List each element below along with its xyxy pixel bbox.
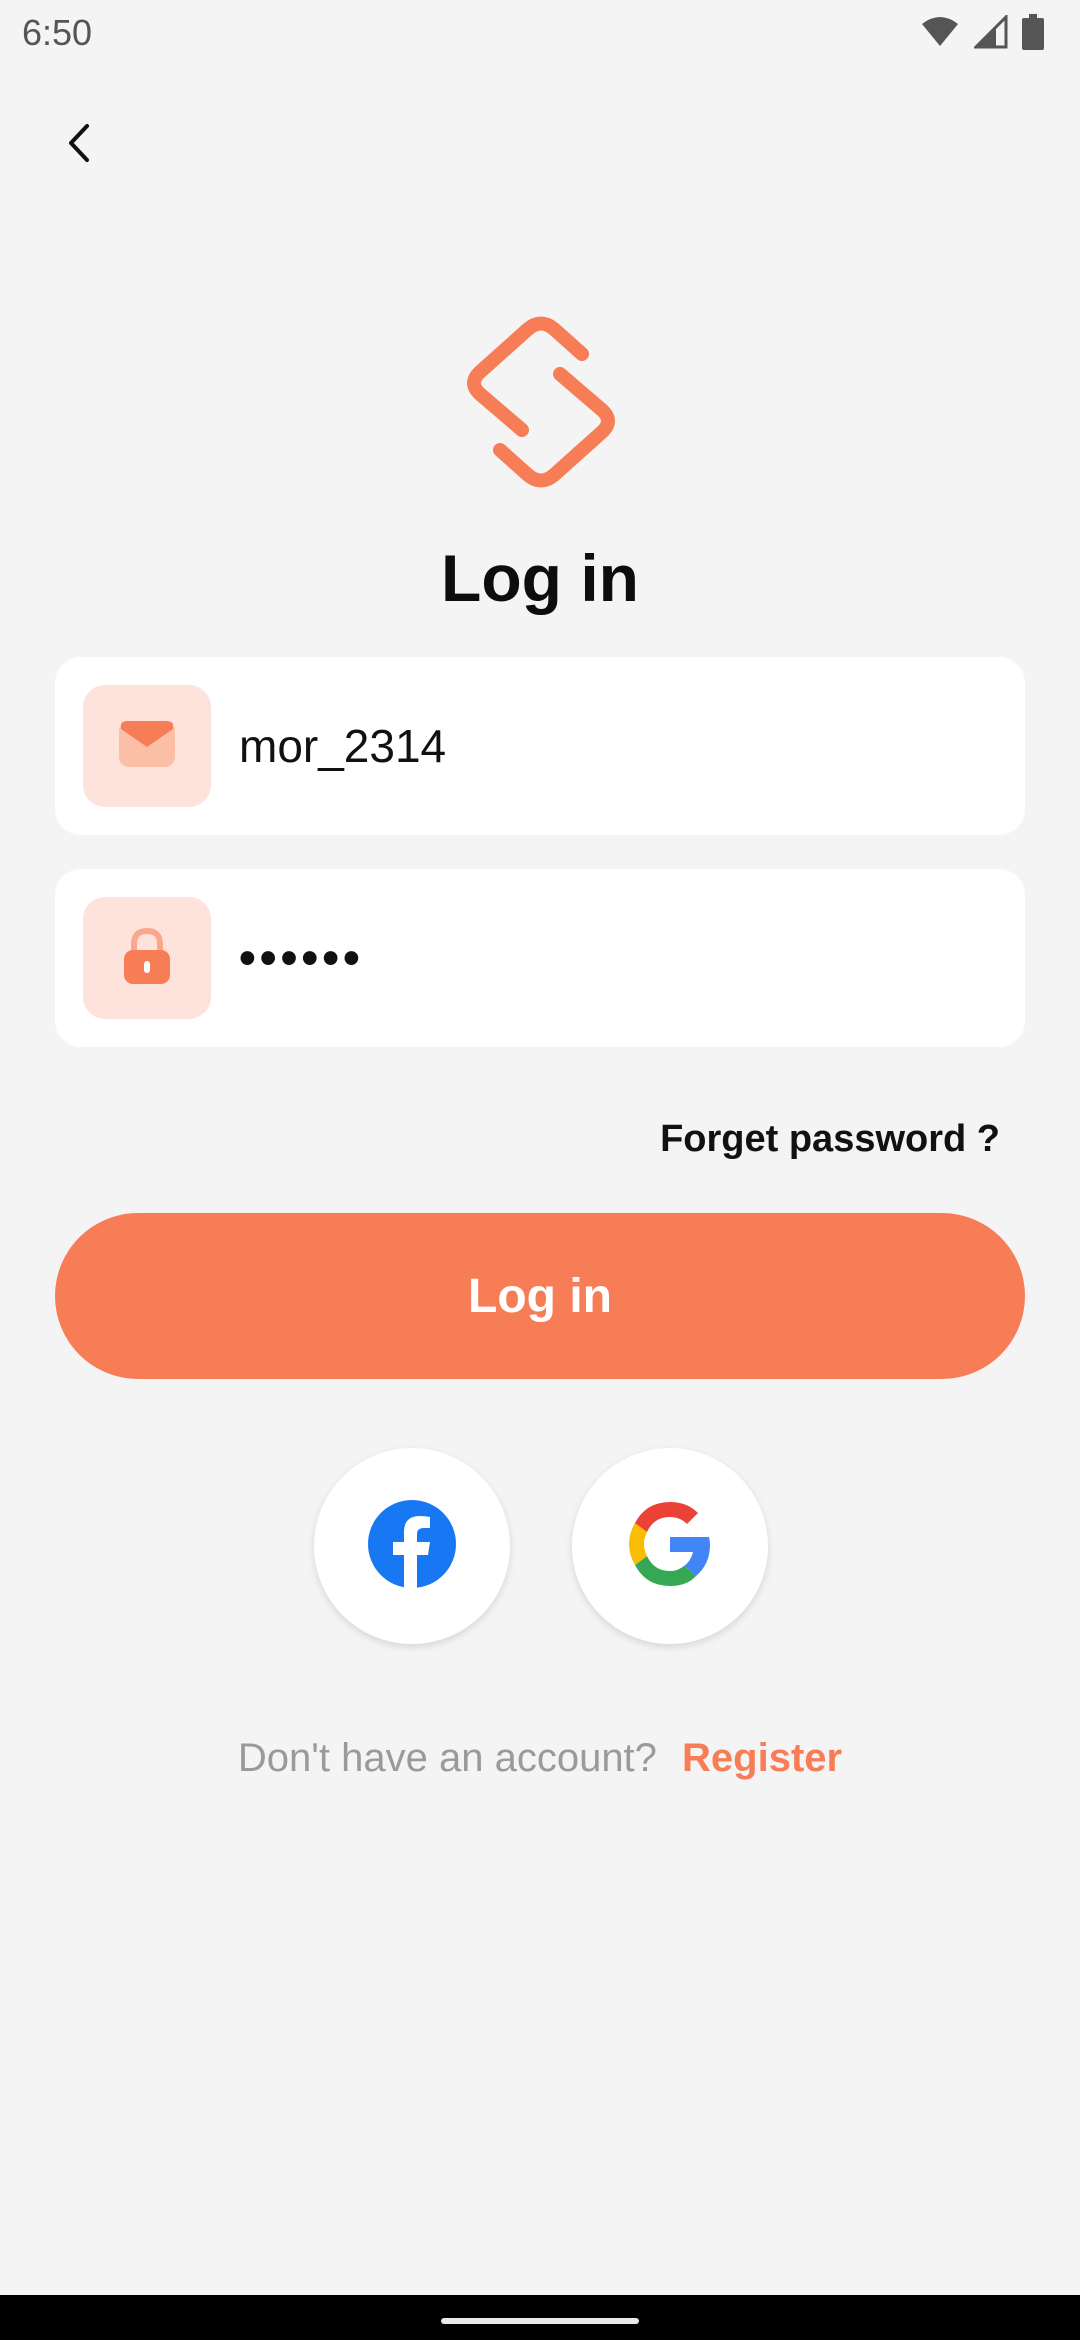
username-field[interactable] [55,657,1025,835]
register-link[interactable]: Register [682,1736,842,1780]
password-field[interactable] [55,869,1025,1047]
status-bar: 6:50 [0,0,1080,66]
back-button[interactable] [44,110,114,180]
lock-icon [122,927,172,989]
status-icons [920,13,1044,55]
page-title: Log in [441,541,639,615]
username-input[interactable] [183,657,943,835]
app-logo-icon [462,312,620,492]
google-login-button[interactable] [572,1448,768,1644]
register-line: Don't have an account? Register [0,1736,1080,1781]
password-input[interactable] [183,869,943,1047]
chevron-left-icon [59,118,99,173]
facebook-icon [368,1499,456,1593]
register-prompt: Don't have an account? [237,1736,657,1780]
google-icon [626,1500,714,1593]
status-time: 6:50 [22,12,93,53]
forgot-password-link[interactable]: Forget password ? [660,1118,1000,1161]
envelope-icon [119,720,175,772]
home-indicator[interactable] [441,2318,639,2324]
battery-icon [1022,14,1044,55]
login-button[interactable]: Log in [55,1213,1025,1379]
cellular-signal-icon [972,13,1008,54]
wifi-icon [920,16,960,53]
facebook-login-button[interactable] [314,1448,510,1644]
